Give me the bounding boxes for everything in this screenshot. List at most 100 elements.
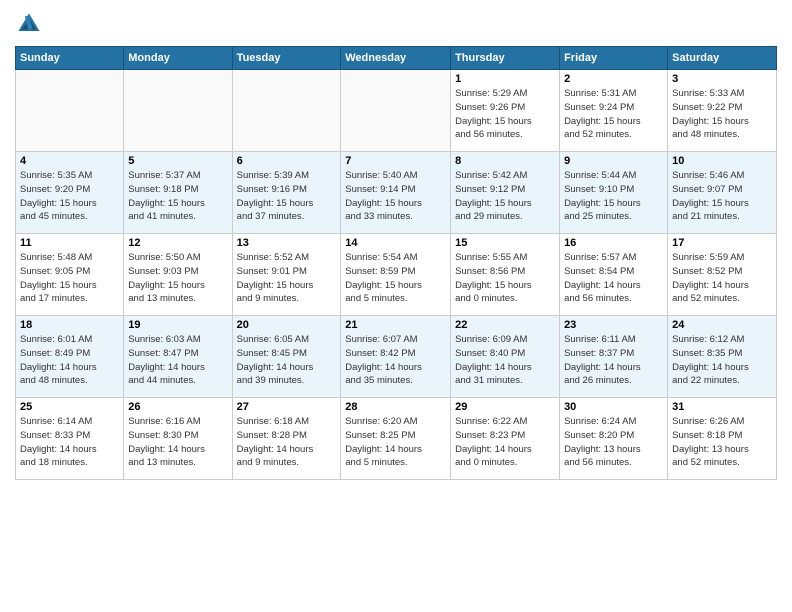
calendar-cell: [16, 70, 124, 152]
header: [15, 10, 777, 38]
day-info: Sunrise: 6:03 AM Sunset: 8:47 PM Dayligh…: [128, 333, 227, 388]
calendar-week-3: 11Sunrise: 5:48 AM Sunset: 9:05 PM Dayli…: [16, 234, 777, 316]
day-info: Sunrise: 5:33 AM Sunset: 9:22 PM Dayligh…: [672, 87, 772, 142]
day-info: Sunrise: 6:14 AM Sunset: 8:33 PM Dayligh…: [20, 415, 119, 470]
day-number: 2: [564, 73, 663, 85]
weekday-header-friday: Friday: [560, 47, 668, 70]
day-info: Sunrise: 6:18 AM Sunset: 8:28 PM Dayligh…: [237, 415, 337, 470]
calendar-cell: 28 Sunrise: 6:20 AM Sunset: 8:25 PM Dayli…: [341, 398, 451, 480]
day-info: Sunrise: 5:31 AM Sunset: 9:24 PM Dayligh…: [564, 87, 663, 142]
day-info: Sunrise: 5:37 AM Sunset: 9:18 PM Dayligh…: [128, 169, 227, 224]
weekday-header-wednesday: Wednesday: [341, 47, 451, 70]
day-info: Sunrise: 5:29 AM Sunset: 9:26 PM Dayligh…: [455, 87, 555, 142]
weekday-header-thursday: Thursday: [451, 47, 560, 70]
calendar-header-row: SundayMondayTuesdayWednesdayThursdayFrid…: [16, 47, 777, 70]
day-info: Sunrise: 5:52 AM Sunset: 9:01 PM Dayligh…: [237, 251, 337, 306]
day-number: 17: [672, 237, 772, 249]
day-number: 30: [564, 401, 663, 413]
day-number: 8: [455, 155, 555, 167]
day-number: 4: [20, 155, 119, 167]
weekday-header-monday: Monday: [124, 47, 232, 70]
calendar-cell: 13Sunrise: 5:52 AM Sunset: 9:01 PM Dayli…: [232, 234, 341, 316]
calendar-cell: 5Sunrise: 5:37 AM Sunset: 9:18 PM Daylig…: [124, 152, 232, 234]
day-info: Sunrise: 5:55 AM Sunset: 8:56 PM Dayligh…: [455, 251, 555, 306]
calendar-cell: 22Sunrise: 6:09 AM Sunset: 8:40 PM Dayli…: [451, 316, 560, 398]
page: SundayMondayTuesdayWednesdayThursdayFrid…: [0, 0, 792, 612]
calendar-cell: 3 Sunrise: 5:33 AM Sunset: 9:22 PM Daylig…: [668, 70, 777, 152]
calendar-cell: 6 Sunrise: 5:39 AM Sunset: 9:16 PM Daylig…: [232, 152, 341, 234]
day-info: Sunrise: 5:48 AM Sunset: 9:05 PM Dayligh…: [20, 251, 119, 306]
day-number: 6: [237, 155, 337, 167]
day-number: 24: [672, 319, 772, 331]
day-number: 26: [128, 401, 227, 413]
day-number: 29: [455, 401, 555, 413]
day-number: 14: [345, 237, 446, 249]
calendar-cell: 7 Sunrise: 5:40 AM Sunset: 9:14 PM Daylig…: [341, 152, 451, 234]
calendar-table: SundayMondayTuesdayWednesdayThursdayFrid…: [15, 46, 777, 480]
calendar-cell: 2 Sunrise: 5:31 AM Sunset: 9:24 PM Daylig…: [560, 70, 668, 152]
logo-icon: [15, 10, 43, 38]
day-number: 31: [672, 401, 772, 413]
calendar-cell: [124, 70, 232, 152]
day-number: 19: [128, 319, 227, 331]
day-info: Sunrise: 5:57 AM Sunset: 8:54 PM Dayligh…: [564, 251, 663, 306]
calendar-week-5: 25 Sunrise: 6:14 AM Sunset: 8:33 PM Dayli…: [16, 398, 777, 480]
day-info: Sunrise: 5:50 AM Sunset: 9:03 PM Dayligh…: [128, 251, 227, 306]
day-info: Sunrise: 6:24 AM Sunset: 8:20 PM Dayligh…: [564, 415, 663, 470]
calendar-cell: 12Sunrise: 5:50 AM Sunset: 9:03 PM Dayli…: [124, 234, 232, 316]
calendar-cell: 21 Sunrise: 6:07 AM Sunset: 8:42 PM Dayli…: [341, 316, 451, 398]
calendar-cell: 14Sunrise: 5:54 AM Sunset: 8:59 PM Dayli…: [341, 234, 451, 316]
day-number: 16: [564, 237, 663, 249]
day-info: Sunrise: 6:20 AM Sunset: 8:25 PM Dayligh…: [345, 415, 446, 470]
weekday-header-tuesday: Tuesday: [232, 47, 341, 70]
calendar-cell: 8 Sunrise: 5:42 AM Sunset: 9:12 PM Daylig…: [451, 152, 560, 234]
weekday-header-sunday: Sunday: [16, 47, 124, 70]
day-info: Sunrise: 6:16 AM Sunset: 8:30 PM Dayligh…: [128, 415, 227, 470]
day-number: 7: [345, 155, 446, 167]
day-info: Sunrise: 6:07 AM Sunset: 8:42 PM Dayligh…: [345, 333, 446, 388]
calendar-cell: 30 Sunrise: 6:24 AM Sunset: 8:20 PM Dayli…: [560, 398, 668, 480]
day-info: Sunrise: 5:40 AM Sunset: 9:14 PM Dayligh…: [345, 169, 446, 224]
day-info: Sunrise: 5:59 AM Sunset: 8:52 PM Dayligh…: [672, 251, 772, 306]
calendar-cell: 19 Sunrise: 6:03 AM Sunset: 8:47 PM Dayli…: [124, 316, 232, 398]
calendar-cell: 20 Sunrise: 6:05 AM Sunset: 8:45 PM Dayli…: [232, 316, 341, 398]
calendar-cell: 16 Sunrise: 5:57 AM Sunset: 8:54 PM Dayli…: [560, 234, 668, 316]
calendar-cell: 15Sunrise: 5:55 AM Sunset: 8:56 PM Dayli…: [451, 234, 560, 316]
day-info: Sunrise: 6:09 AM Sunset: 8:40 PM Dayligh…: [455, 333, 555, 388]
day-number: 18: [20, 319, 119, 331]
calendar-cell: 1 Sunrise: 5:29 AM Sunset: 9:26 PM Daylig…: [451, 70, 560, 152]
calendar-cell: 9Sunrise: 5:44 AM Sunset: 9:10 PM Daylig…: [560, 152, 668, 234]
calendar-cell: 23Sunrise: 6:11 AM Sunset: 8:37 PM Dayli…: [560, 316, 668, 398]
day-number: 1: [455, 73, 555, 85]
calendar-cell: 29 Sunrise: 6:22 AM Sunset: 8:23 PM Dayli…: [451, 398, 560, 480]
day-number: 20: [237, 319, 337, 331]
calendar-cell: 11Sunrise: 5:48 AM Sunset: 9:05 PM Dayli…: [16, 234, 124, 316]
calendar-week-4: 18 Sunrise: 6:01 AM Sunset: 8:49 PM Dayli…: [16, 316, 777, 398]
day-number: 27: [237, 401, 337, 413]
day-info: Sunrise: 5:42 AM Sunset: 9:12 PM Dayligh…: [455, 169, 555, 224]
day-info: Sunrise: 5:35 AM Sunset: 9:20 PM Dayligh…: [20, 169, 119, 224]
calendar-cell: 25 Sunrise: 6:14 AM Sunset: 8:33 PM Dayli…: [16, 398, 124, 480]
day-info: Sunrise: 6:12 AM Sunset: 8:35 PM Dayligh…: [672, 333, 772, 388]
day-info: Sunrise: 6:01 AM Sunset: 8:49 PM Dayligh…: [20, 333, 119, 388]
calendar-cell: 10 Sunrise: 5:46 AM Sunset: 9:07 PM Dayli…: [668, 152, 777, 234]
day-number: 3: [672, 73, 772, 85]
day-number: 21: [345, 319, 446, 331]
calendar-cell: 27 Sunrise: 6:18 AM Sunset: 8:28 PM Dayli…: [232, 398, 341, 480]
weekday-header-saturday: Saturday: [668, 47, 777, 70]
day-number: 10: [672, 155, 772, 167]
day-number: 25: [20, 401, 119, 413]
calendar-cell: [232, 70, 341, 152]
calendar-cell: [341, 70, 451, 152]
calendar-cell: 17 Sunrise: 5:59 AM Sunset: 8:52 PM Dayli…: [668, 234, 777, 316]
calendar-cell: 24 Sunrise: 6:12 AM Sunset: 8:35 PM Dayli…: [668, 316, 777, 398]
day-info: Sunrise: 6:05 AM Sunset: 8:45 PM Dayligh…: [237, 333, 337, 388]
day-info: Sunrise: 5:39 AM Sunset: 9:16 PM Dayligh…: [237, 169, 337, 224]
logo: [15, 10, 46, 38]
day-number: 28: [345, 401, 446, 413]
calendar-week-1: 1 Sunrise: 5:29 AM Sunset: 9:26 PM Daylig…: [16, 70, 777, 152]
day-number: 23: [564, 319, 663, 331]
day-info: Sunrise: 5:46 AM Sunset: 9:07 PM Dayligh…: [672, 169, 772, 224]
calendar-cell: 26 Sunrise: 6:16 AM Sunset: 8:30 PM Dayli…: [124, 398, 232, 480]
day-info: Sunrise: 6:22 AM Sunset: 8:23 PM Dayligh…: [455, 415, 555, 470]
